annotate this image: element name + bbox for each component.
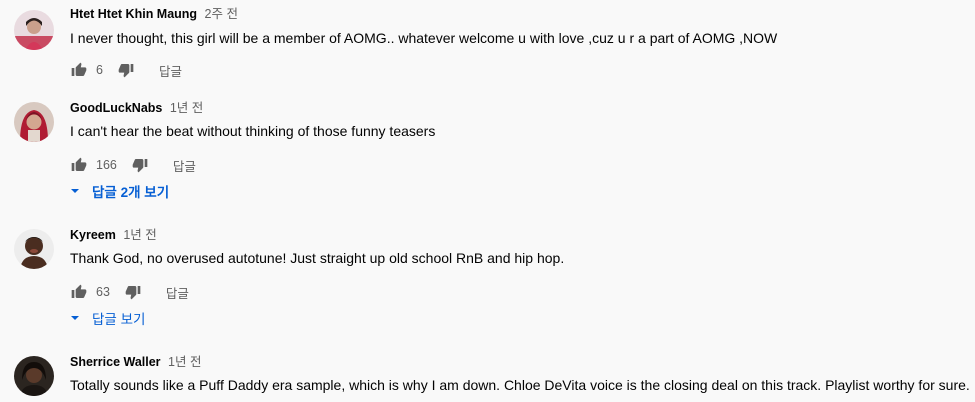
- like-count: 166: [96, 158, 117, 172]
- reply-button[interactable]: 답글: [159, 61, 182, 80]
- comment-author[interactable]: Kyreem: [70, 228, 116, 242]
- like-count: 6: [96, 63, 103, 77]
- comment-time[interactable]: 1년 전: [123, 228, 156, 242]
- thumb-up-icon[interactable]: [70, 61, 88, 79]
- comment-text: Thank God, no overused autotune! Just st…: [70, 250, 565, 266]
- reply-button[interactable]: 답글: [173, 156, 196, 175]
- comment-header: Kyreem 1년 전: [70, 226, 157, 244]
- thumb-down-icon[interactable]: [124, 283, 142, 301]
- comment-text: I never thought, this girl will be a mem…: [70, 30, 778, 46]
- comment-author[interactable]: Htet Htet Khin Maung: [70, 7, 197, 21]
- comment-header: GoodLuckNabs 1년 전: [70, 99, 203, 117]
- thumb-up-icon[interactable]: [70, 156, 88, 174]
- comment-actions: 166 답글: [70, 155, 196, 175]
- comment-time[interactable]: 1년 전: [168, 355, 201, 369]
- comment-time[interactable]: 1년 전: [170, 101, 203, 115]
- avatar[interactable]: [14, 229, 54, 269]
- comment-author[interactable]: Sherrice Waller: [70, 355, 161, 369]
- comment-time[interactable]: 2주 전: [205, 7, 238, 21]
- comments-section: Htet Htet Khin Maung 2주 전 I never though…: [0, 0, 975, 402]
- thumb-down-icon[interactable]: [131, 156, 149, 174]
- comment-text: Totally sounds like a Puff Daddy era sam…: [70, 377, 970, 393]
- view-replies-button[interactable]: 답글 보기: [70, 308, 145, 328]
- caret-down-icon: [70, 313, 80, 323]
- comment-actions: 6 답글: [70, 60, 182, 80]
- view-replies-label: 답글 2개 보기: [92, 185, 170, 200]
- comment-header: Sherrice Waller 1년 전: [70, 353, 201, 371]
- thumb-down-icon[interactable]: [117, 61, 135, 79]
- reply-button[interactable]: 답글: [166, 283, 189, 302]
- thumb-up-icon[interactable]: [70, 283, 88, 301]
- like-count: 63: [96, 285, 110, 299]
- view-replies-button[interactable]: 답글 2개 보기: [70, 181, 169, 201]
- comment-author[interactable]: GoodLuckNabs: [70, 101, 162, 115]
- avatar[interactable]: [14, 10, 54, 50]
- avatar[interactable]: [14, 102, 54, 142]
- comment-actions: 63 답글: [70, 282, 189, 302]
- view-replies-label: 답글 보기: [92, 312, 146, 327]
- avatar[interactable]: [14, 356, 54, 396]
- comment-header: Htet Htet Khin Maung 2주 전: [70, 5, 238, 23]
- caret-down-icon: [70, 186, 80, 196]
- comment-text: I can't hear the beat without thinking o…: [70, 123, 436, 139]
